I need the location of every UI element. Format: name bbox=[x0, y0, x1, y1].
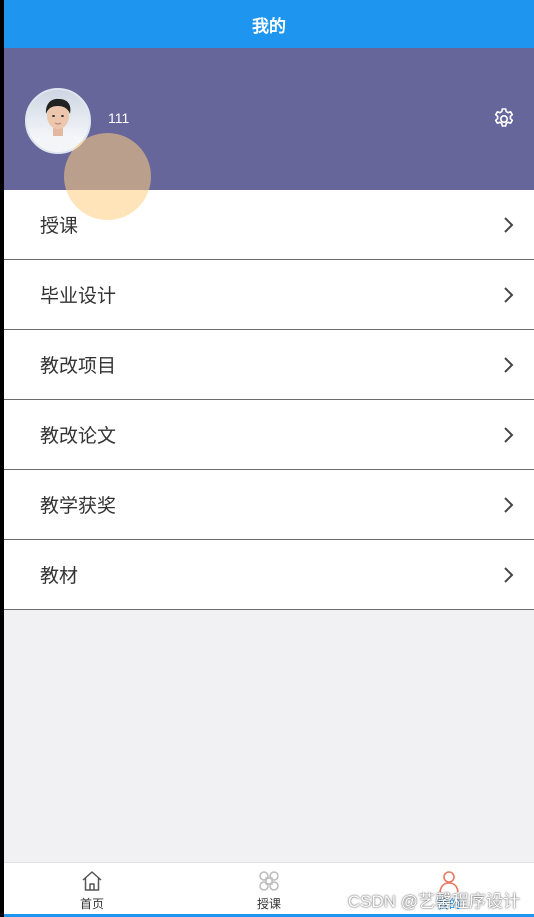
tab-label: 授课 bbox=[256, 897, 281, 911]
home-icon bbox=[82, 871, 102, 891]
grid-command-icon bbox=[259, 871, 279, 891]
tab-mine[interactable]: 我的 bbox=[409, 863, 489, 915]
profile-card: 111 bbox=[4, 48, 534, 190]
page-title: 我的 bbox=[252, 16, 286, 37]
avatar[interactable] bbox=[25, 88, 91, 154]
header-bar: 我的 bbox=[4, 0, 534, 48]
chevron-right-icon bbox=[504, 426, 514, 443]
app-frame: 我的 111 授课 毕业设计 教改项目 教改论文 教学获奖 教材 首页 授课 我… bbox=[4, 0, 534, 917]
menu-item-label: 授课 bbox=[40, 215, 79, 237]
menu-item-label: 教材 bbox=[40, 565, 79, 587]
chevron-right-icon bbox=[504, 286, 514, 303]
gear-icon[interactable] bbox=[492, 107, 516, 131]
menu-item-reform-projects[interactable]: 教改项目 bbox=[4, 330, 534, 400]
menu-item-label: 教改论文 bbox=[40, 425, 117, 447]
menu-list: 授课 毕业设计 教改项目 教改论文 教学获奖 教材 bbox=[4, 190, 534, 610]
bottom-tab-bar: 首页 授课 我的 bbox=[4, 862, 534, 915]
menu-item-textbooks[interactable]: 教材 bbox=[4, 540, 534, 610]
tab-label: 首页 bbox=[79, 897, 104, 911]
avatar-photo bbox=[33, 98, 83, 152]
chevron-right-icon bbox=[504, 356, 514, 373]
menu-item-reform-papers[interactable]: 教改论文 bbox=[4, 400, 534, 470]
tab-teaching[interactable]: 授课 bbox=[229, 863, 309, 915]
tab-label: 我的 bbox=[436, 897, 461, 911]
menu-item-graduation-design[interactable]: 毕业设计 bbox=[4, 260, 534, 330]
menu-item-label: 教改项目 bbox=[40, 355, 117, 377]
chevron-right-icon bbox=[504, 216, 514, 233]
menu-item-teaching-awards[interactable]: 教学获奖 bbox=[4, 470, 534, 540]
username: 111 bbox=[108, 110, 130, 126]
chevron-right-icon bbox=[504, 496, 514, 513]
menu-item-label: 毕业设计 bbox=[40, 285, 117, 307]
user-icon bbox=[439, 871, 459, 893]
tab-home[interactable]: 首页 bbox=[52, 863, 132, 915]
chevron-right-icon bbox=[504, 566, 514, 583]
menu-item-teaching[interactable]: 授课 bbox=[4, 190, 534, 260]
menu-item-label: 教学获奖 bbox=[40, 495, 117, 517]
